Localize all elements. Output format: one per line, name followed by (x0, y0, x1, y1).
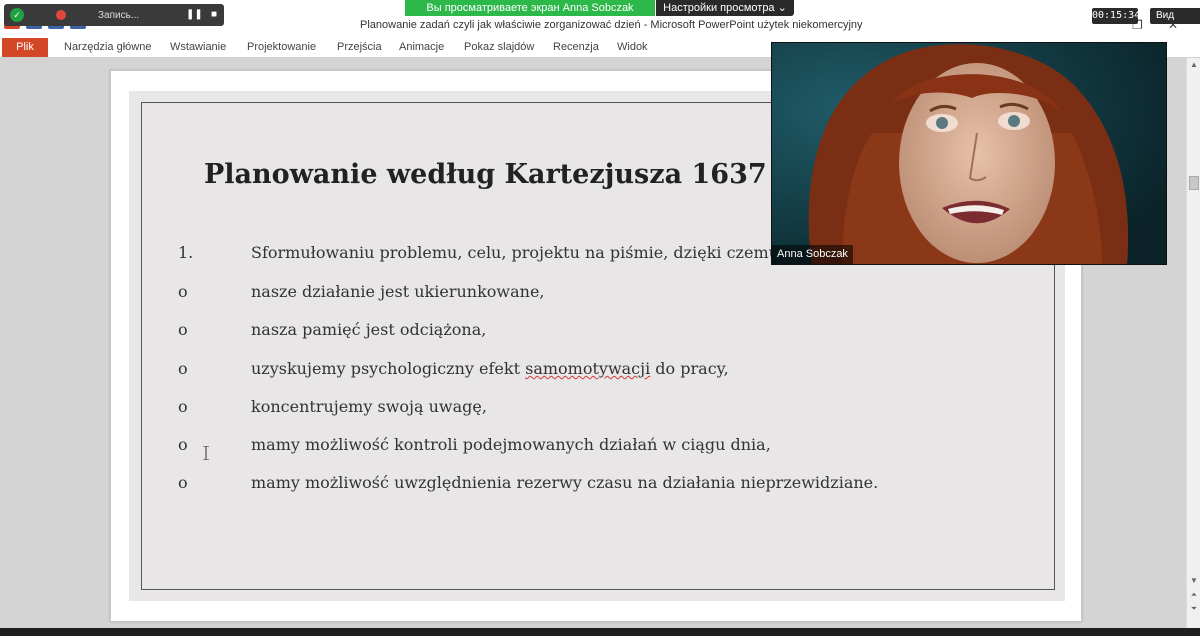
list-item[interactable]: o mamy możliwość kontroli podejmowanych … (142, 435, 1042, 459)
list-item-text: Sformułowaniu problemu, celu, projektu n… (251, 243, 785, 262)
screen: Planowanie zadań czyli jak właściwie zor… (0, 0, 1200, 636)
tab-design[interactable]: Projektowanie (247, 38, 316, 57)
list-item-text: mamy możliwość kontroli podejmowanych dz… (251, 435, 771, 454)
tab-review[interactable]: Recenzja (553, 38, 599, 57)
list-marker: o (178, 397, 188, 416)
list-marker: o (178, 359, 188, 378)
list-item-text: uzyskujemy psychologiczny efekt samomoty… (251, 359, 729, 378)
previous-slide-icon[interactable]: ⏶ (1189, 590, 1199, 600)
vertical-scrollbar[interactable]: ▲ ▼ ⏶ ⏷ (1186, 58, 1200, 628)
meeting-controls-strip (0, 628, 1200, 636)
list-marker: o (178, 473, 188, 492)
list-item-text: koncentrujemy swoją uwagę, (251, 397, 487, 416)
tab-view[interactable]: Widok (617, 38, 648, 57)
list-item-text: nasze działanie jest ukierunkowane, (251, 282, 545, 301)
list-item[interactable]: o nasze działanie jest ukierunkowane, (142, 282, 1042, 306)
list-item[interactable]: o uzyskujemy psychologiczny efekt samomo… (142, 359, 1042, 383)
tab-animations[interactable]: Animacje (399, 38, 444, 57)
window-title: Planowanie zadań czyli jak właściwie zor… (360, 19, 863, 31)
list-item-text-start: uzyskujemy psychologiczny efekt (251, 359, 526, 378)
list-marker: o (178, 320, 188, 339)
list-item-text: nasza pamięć jest odciążona, (251, 320, 487, 339)
pause-recording-button[interactable]: ❚❚ (186, 9, 203, 21)
participant-name-label: Anna Sobczak (772, 245, 853, 264)
next-slide-icon[interactable]: ⏷ (1189, 604, 1199, 614)
list-item-text: mamy możliwość uwzględnienia rezerwy cza… (251, 473, 879, 492)
recording-bar: ✓ Запись... ❚❚ ■ (4, 4, 224, 26)
slide-title[interactable]: Planowanie według Kartezjusza 1637 (204, 159, 767, 190)
list-item-text-end: do pracy, (650, 359, 729, 378)
scroll-thumb[interactable] (1189, 176, 1199, 190)
list-marker: 1. (178, 243, 194, 262)
list-item[interactable]: o koncentrujemy swoją uwagę, (142, 397, 1042, 421)
text-cursor-icon (203, 446, 209, 460)
tab-transitions[interactable]: Przejścia (337, 38, 382, 57)
title-bar: Planowanie zadań czyli jak właściwie zor… (0, 0, 1200, 52)
recording-label: Запись... (98, 9, 140, 21)
view-button[interactable]: Вид (1150, 8, 1200, 24)
chevron-down-icon: ⌄ (777, 2, 787, 14)
list-item[interactable]: o mamy możliwość uwzględnienia rezerwy c… (142, 473, 1042, 497)
list-marker: o (178, 435, 188, 454)
meeting-timer: 00:15:34 (1092, 8, 1140, 24)
tab-home[interactable]: Narzędzia główne (64, 38, 151, 57)
tab-file[interactable]: Plik (2, 38, 48, 57)
screen-share-banner: Вы просматриваете экран Anna Sobczak (405, 0, 655, 16)
tab-slideshow[interactable]: Pokaz slajdów (464, 38, 534, 57)
scroll-up-icon[interactable]: ▲ (1189, 60, 1199, 70)
list-item[interactable]: o nasza pamięć jest odciążona, (142, 320, 1042, 344)
participant-video[interactable]: Anna Sobczak (771, 42, 1167, 265)
recording-dot-icon (56, 10, 66, 20)
stop-recording-button[interactable]: ■ (208, 9, 220, 21)
spellcheck-flagged-word[interactable]: samomotywacji (525, 359, 650, 378)
video-frame (772, 43, 1166, 264)
tab-insert[interactable]: Wstawianie (170, 38, 226, 57)
list-marker: o (178, 282, 188, 301)
scroll-down-icon[interactable]: ▼ (1189, 576, 1199, 586)
view-options-label: Настройки просмотра (663, 2, 775, 14)
shield-icon: ✓ (10, 8, 24, 22)
view-options-button[interactable]: Настройки просмотра ⌄ (656, 0, 794, 16)
